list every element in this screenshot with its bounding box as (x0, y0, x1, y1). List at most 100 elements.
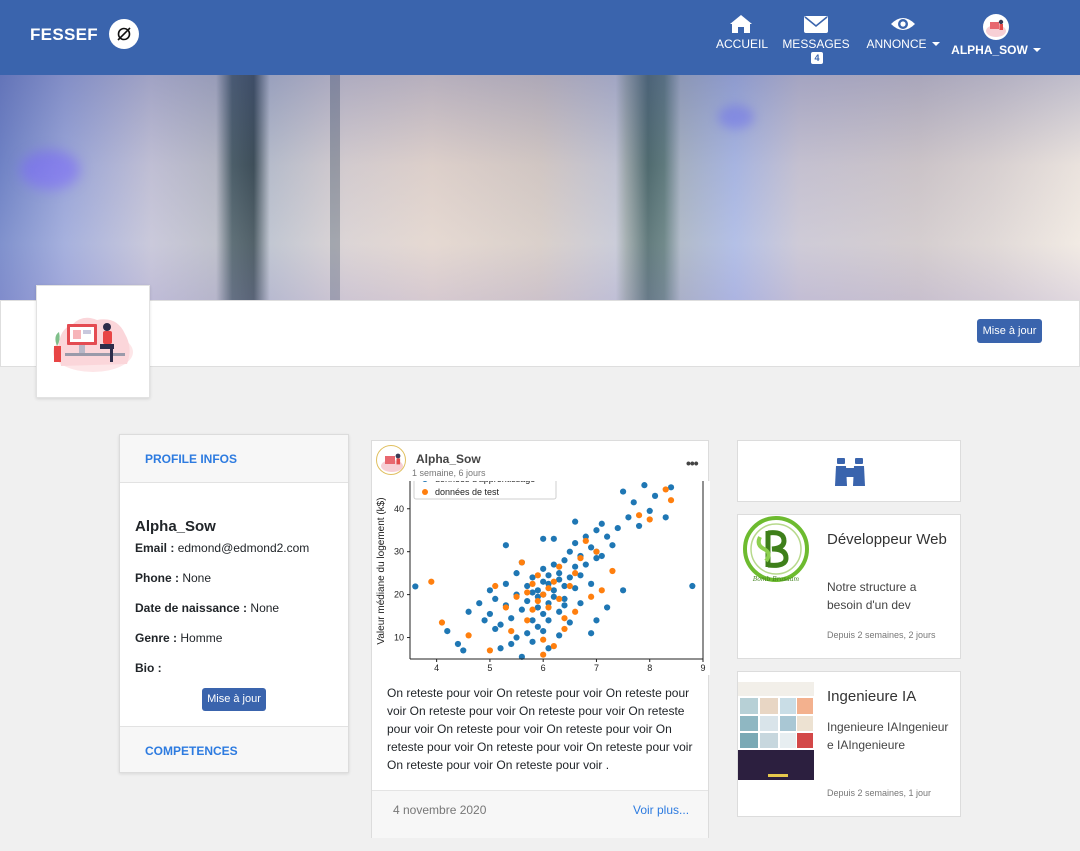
data-point (550, 643, 557, 650)
data-point (540, 636, 547, 643)
brand-name[interactable]: FESSEF (30, 25, 98, 45)
nav-annonce[interactable]: ANNONCE (866, 14, 940, 51)
post-date: 4 novembre 2020 (393, 803, 487, 817)
data-point (689, 582, 696, 590)
data-point (513, 570, 520, 577)
data-point (540, 535, 547, 542)
data-point (667, 497, 675, 504)
update-profile-button[interactable]: Mise à jour (977, 319, 1042, 343)
data-point (518, 606, 525, 613)
target-logo-icon[interactable] (109, 19, 139, 49)
read-more-link[interactable]: Voir plus... (633, 803, 689, 817)
data-point (545, 604, 552, 611)
birthdate-row: Date de naissance : None (135, 601, 279, 615)
data-point (614, 524, 621, 532)
data-point (604, 604, 611, 611)
data-point (556, 576, 563, 583)
phone-label: Phone : (135, 571, 179, 585)
data-point (529, 617, 536, 624)
data-point (630, 499, 637, 506)
nav-accueil[interactable]: ACCUEIL (716, 14, 769, 51)
x-tick-label: 5 (487, 663, 492, 673)
data-point (641, 482, 648, 489)
avatar[interactable] (376, 445, 406, 475)
birthdate-label: Date de naissance : (135, 601, 248, 615)
profile-infos-tab[interactable]: PROFILE INFOS (120, 435, 348, 483)
data-point (588, 630, 595, 637)
data-point (524, 582, 531, 590)
data-point (566, 582, 573, 590)
data-point (572, 563, 579, 570)
data-point (635, 522, 643, 530)
data-point (577, 600, 584, 607)
nav-messages-label: MESSAGES (782, 37, 850, 51)
data-point (502, 580, 509, 587)
data-point (588, 593, 595, 600)
data-point (646, 516, 653, 523)
messages-count-badge: 4 (811, 52, 823, 64)
post-text: On reteste pour voir On reteste pour voi… (387, 686, 693, 772)
data-point (572, 570, 579, 577)
phone-value: None (182, 571, 212, 585)
data-point (540, 610, 547, 618)
data-point (593, 527, 600, 534)
data-point (412, 583, 419, 590)
data-point (540, 591, 547, 598)
data-point (497, 621, 504, 628)
nav-accueil-label: ACCUEIL (716, 37, 769, 51)
competences-tab[interactable]: COMPETENCES (120, 726, 348, 772)
data-point (540, 627, 547, 635)
ad-card[interactable]: Bomb Brasaam Développeur Web Notre struc… (737, 514, 961, 659)
data-point (524, 630, 531, 637)
post-footer: 4 novembre 2020 Voir plus... (372, 790, 708, 838)
ad-card[interactable]: Ingenieure IA Ingenieure IAIngenieure IA… (737, 671, 961, 817)
data-point (609, 542, 616, 549)
more-options-icon[interactable]: ••• (686, 455, 699, 471)
y-tick-label: 30 (394, 547, 404, 557)
explore-card[interactable] (737, 440, 961, 502)
data-point (513, 593, 520, 600)
legend-marker (422, 489, 428, 495)
post-author[interactable]: Alpha_Sow (416, 452, 481, 466)
data-point (529, 638, 536, 645)
data-point (444, 627, 451, 635)
data-point (577, 555, 584, 562)
data-point (572, 585, 579, 592)
y-tick-label: 40 (394, 504, 404, 514)
binoculars-icon (835, 458, 865, 486)
data-point (508, 615, 515, 622)
data-point (534, 597, 541, 605)
ad-title: Ingenieure IA (827, 688, 917, 705)
data-point (534, 604, 541, 611)
data-point (465, 608, 472, 615)
nav-user-menu[interactable]: ALPHA_SOW (950, 14, 1042, 57)
gender-row: Genre : Homme (135, 631, 222, 645)
data-point (593, 617, 600, 624)
data-point (545, 585, 552, 592)
data-point (508, 627, 515, 635)
nav-messages[interactable]: MESSAGES4 (776, 14, 856, 65)
ad-logo-text: Bomb Brasaam (752, 576, 800, 583)
nav-annonce-label: ANNONCE (866, 37, 927, 51)
x-tick-label: 4 (434, 663, 439, 673)
bio-label: Bio : (135, 661, 162, 675)
data-point (598, 552, 605, 560)
data-point (662, 514, 669, 521)
profile-picture[interactable] (36, 285, 150, 398)
data-point (598, 587, 605, 594)
gender-value: Homme (180, 631, 223, 645)
phone-row: Phone : None (135, 571, 211, 585)
data-point (550, 561, 557, 568)
data-point (502, 542, 509, 549)
data-point (492, 582, 499, 590)
update-info-button[interactable]: Mise à jour (202, 688, 266, 711)
user-name: Alpha_Sow (135, 518, 216, 535)
data-point (529, 589, 536, 596)
post-image-chart[interactable]: Valeur médiane du logement (k$) 4 5 6 7 8 9 10… (372, 481, 710, 675)
profile-infos-title: PROFILE INFOS (145, 452, 238, 466)
x-tick-label: 7 (594, 663, 599, 673)
home-icon (730, 15, 752, 33)
ad-date: Depuis 2 semaines, 1 jour (827, 788, 932, 798)
competences-title: COMPETENCES (145, 744, 238, 758)
data-point (550, 587, 557, 594)
